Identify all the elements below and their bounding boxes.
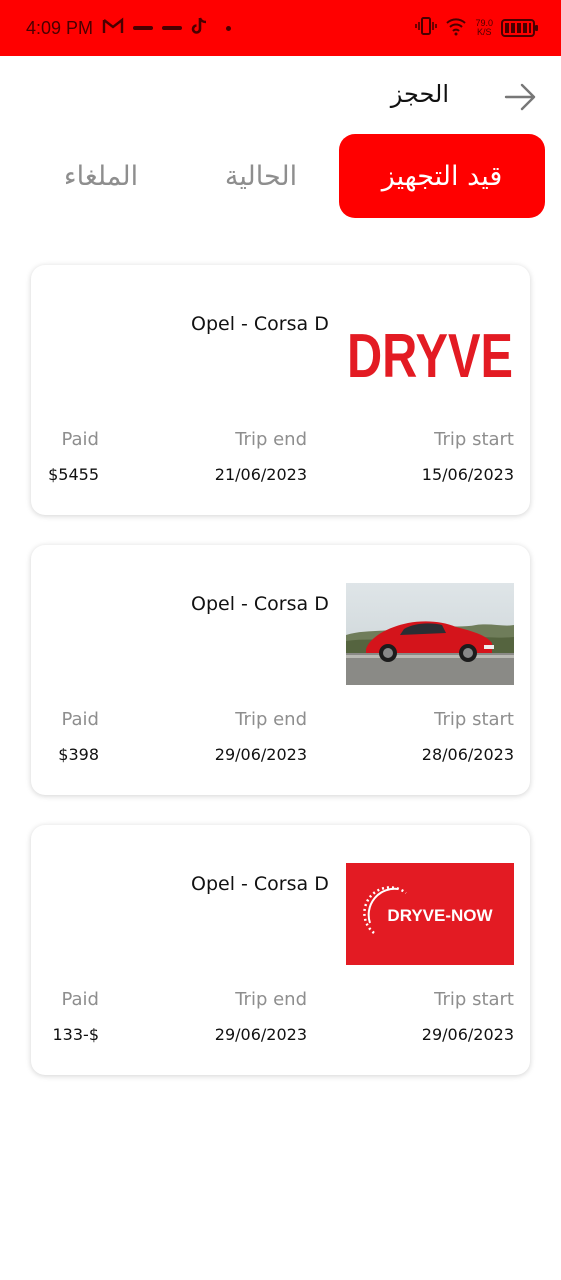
tiktok-icon [191, 17, 207, 39]
notification-dash-icon [162, 26, 183, 30]
battery-icon [501, 19, 538, 37]
paid-value: $5455 [48, 465, 99, 484]
trip-start-label: Trip start [434, 989, 514, 1010]
vibrate-icon [415, 16, 438, 40]
tab-in-preparation[interactable]: قيد التجهيز [339, 134, 545, 218]
status-right: 79.0 K/S [415, 16, 538, 40]
paid-label: Paid [61, 989, 99, 1010]
trip-end-label: Trip end [235, 429, 307, 450]
trip-start-label: Trip start [434, 709, 514, 730]
trip-start-value: 15/06/2023 [421, 465, 514, 484]
dryve-now-logo-image: DRYVE-NOW [346, 863, 514, 965]
trip-end-label: Trip end [235, 989, 307, 1010]
car-name: Opel - Corsa D [191, 873, 329, 895]
trip-start-value: 29/06/2023 [421, 1025, 514, 1044]
wifi-icon [445, 16, 467, 40]
paid-value: 133-$ [52, 1025, 100, 1044]
dryve-now-logo-text: DRYVE-NOW [387, 906, 493, 925]
paid-label: Paid [61, 429, 99, 450]
trip-end-label: Trip end [235, 709, 307, 730]
booking-card[interactable]: Opel - Corsa D Trip start Trip end Paid [31, 545, 530, 795]
car-name: Opel - Corsa D [191, 313, 329, 335]
back-arrow-icon[interactable] [503, 80, 537, 114]
trip-end-value: 29/06/2023 [214, 1025, 307, 1044]
dryve-logo-text: DRYVE [347, 322, 513, 391]
network-speed-unit: K/S [476, 27, 492, 37]
page-title: الحجز [390, 80, 449, 108]
trip-start-label: Trip start [434, 429, 514, 450]
status-time: 4:09 PM [26, 17, 94, 38]
gmail-icon [102, 17, 124, 39]
battery-level [505, 23, 531, 33]
trip-end-value: 21/06/2023 [214, 465, 307, 484]
tab-current[interactable]: الحالية [196, 134, 326, 218]
header: الحجز [0, 56, 561, 136]
trip-start-value: 28/06/2023 [421, 745, 514, 764]
tab-cancelled[interactable]: الملغاء [30, 134, 172, 218]
network-speed: 79.0 K/S [475, 19, 493, 37]
car-photo [346, 583, 514, 685]
more-notifications-dot-icon [226, 25, 232, 31]
booking-card[interactable]: Opel - Corsa D DRYVE-NOW Trip start Trip… [31, 825, 530, 1075]
paid-label: Paid [61, 709, 99, 730]
booking-tabs: قيد التجهيز الحالية الملغاء [0, 134, 561, 218]
dryve-logo-image: DRYVE [346, 303, 514, 405]
booking-card[interactable]: Opel - Corsa D DRYVE Trip start Trip end… [31, 265, 530, 515]
notification-dash-icon [133, 26, 154, 30]
status-bar: 4:09 PM 79.0 K/S [0, 0, 561, 56]
paid-value: $398 [58, 745, 99, 764]
trip-end-value: 29/06/2023 [214, 745, 307, 764]
status-left: 4:09 PM [26, 17, 232, 39]
car-name: Opel - Corsa D [191, 593, 329, 615]
